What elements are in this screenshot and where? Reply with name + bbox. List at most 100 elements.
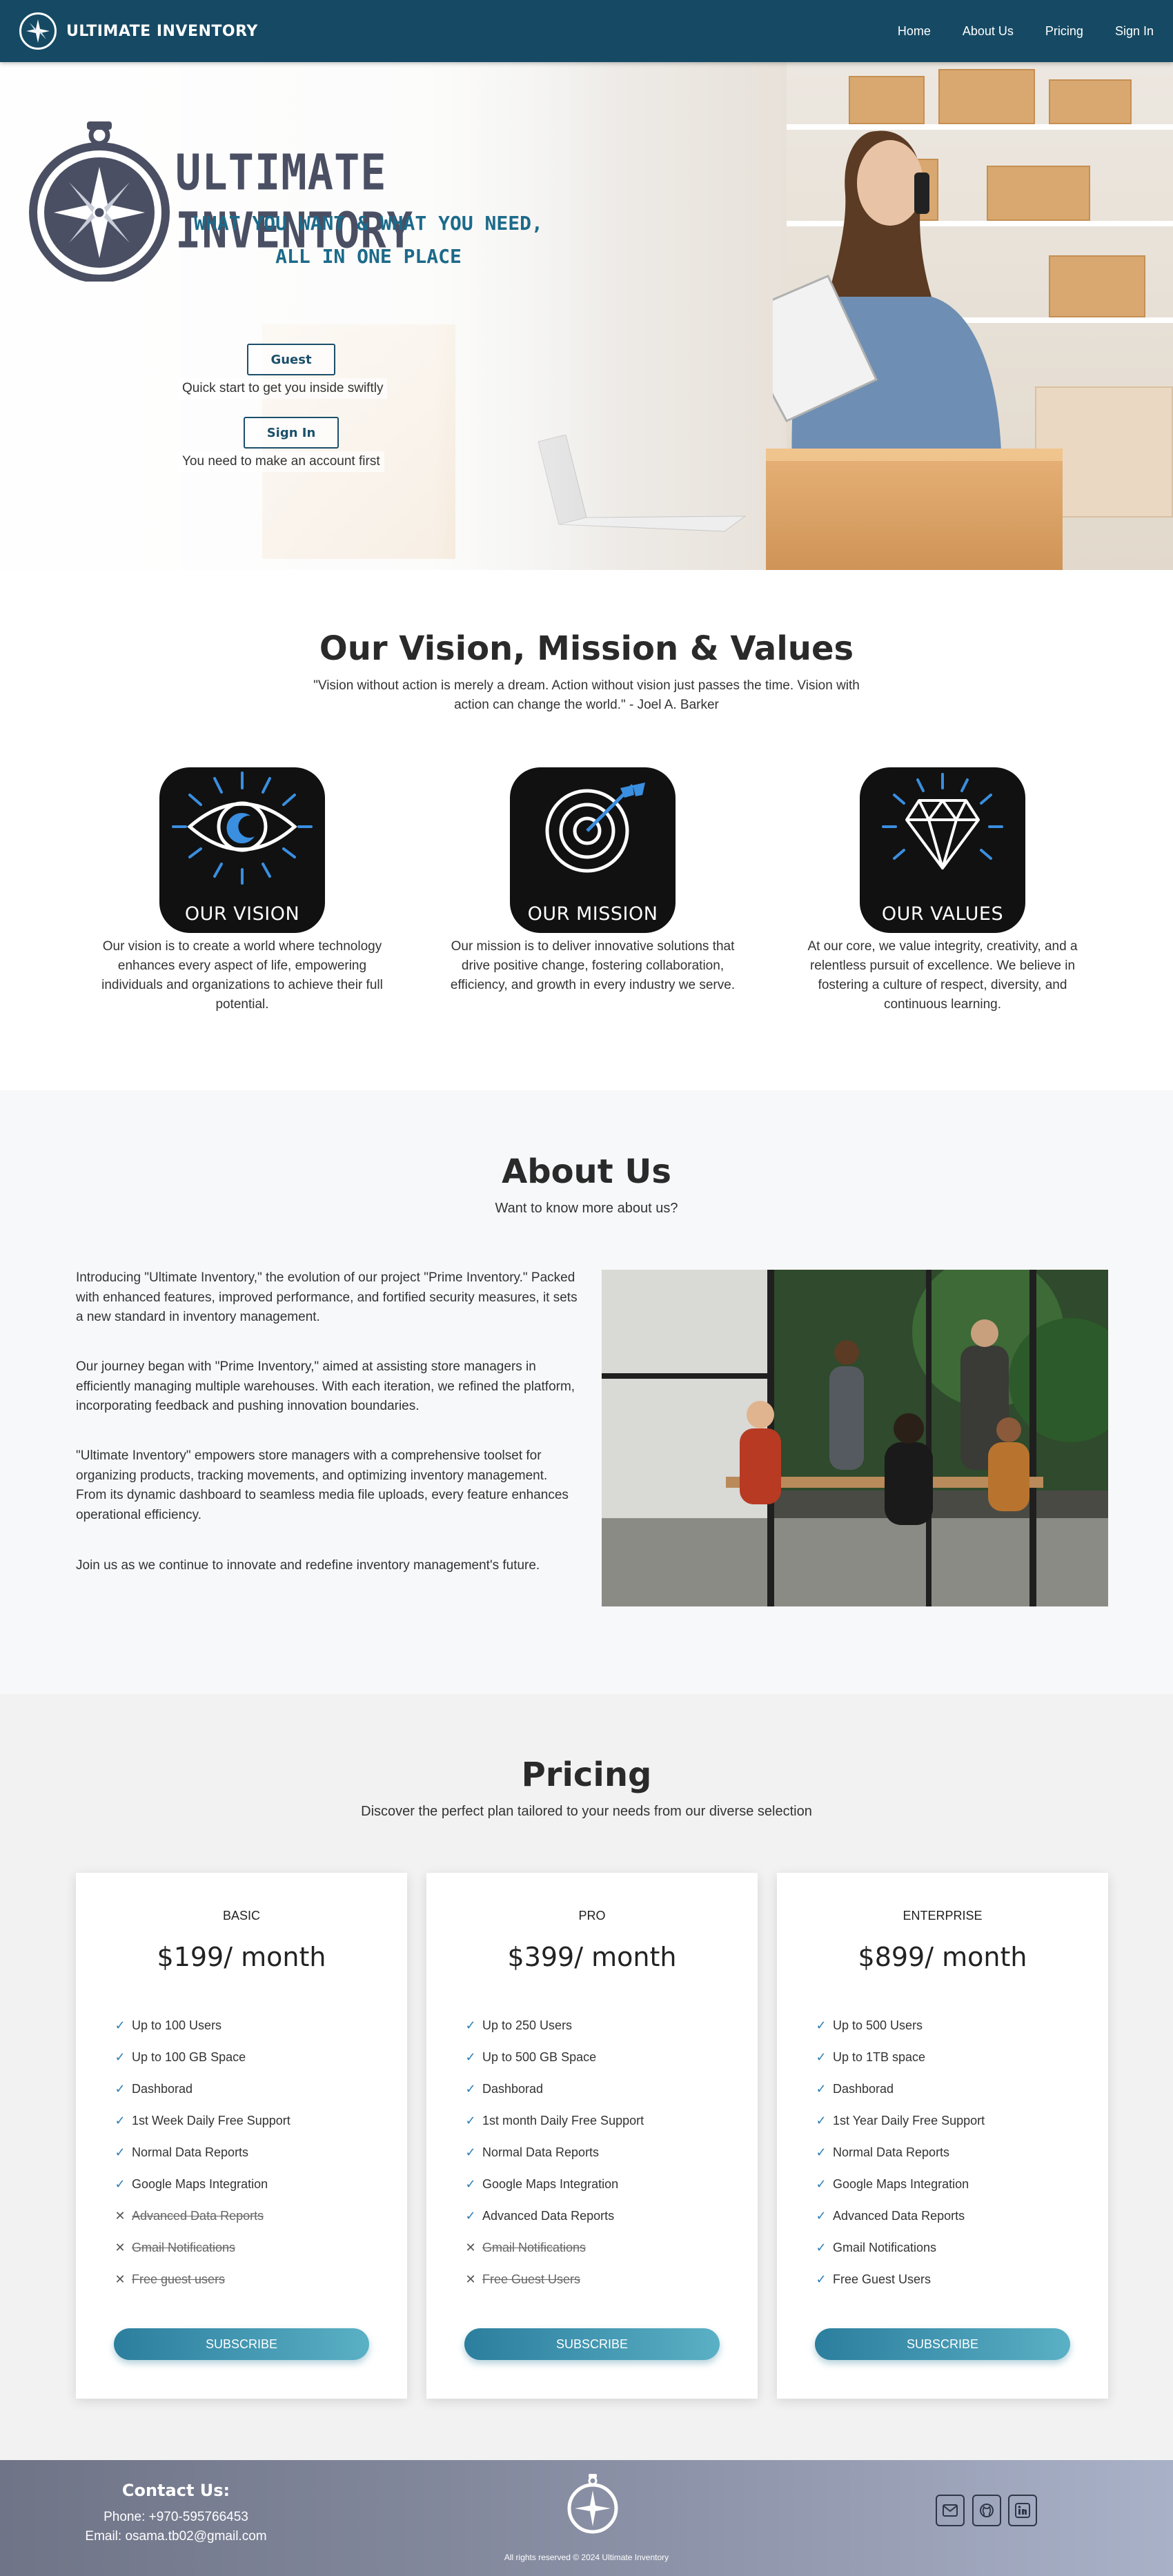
guest-note: Quick start to get you inside swiftly (178, 378, 388, 399)
about-subtitle: Want to know more about us? (495, 1201, 678, 1216)
about-paragraph: Introducing "Ultimate Inventory," the ev… (76, 1270, 578, 1324)
feature-item: ✓ Google Maps Integration (114, 2174, 268, 2194)
vision-label: OUR VISION (184, 903, 300, 925)
contact-title: Contact Us: (121, 2481, 230, 2500)
sign-in-button[interactable]: Sign In (244, 417, 339, 449)
feature-item: ✓ Up to 250 Users (464, 2015, 572, 2036)
feature-text: 1st Week Daily Free Support (132, 2113, 290, 2127)
feature-text: Dashborad (833, 2081, 894, 2096)
feature-item: ✓ Up to 100 GB Space (114, 2047, 246, 2067)
check-icon: ✓ (816, 2049, 827, 2064)
plan-price: $199/ month (157, 1942, 326, 1972)
values-text: At our core, we value integrity, creativ… (807, 939, 1078, 1012)
github-icon[interactable] (972, 2495, 1001, 2526)
feature-item: ✓ Google Maps Integration (464, 2174, 618, 2194)
feature-item: ✕ Free Guest Users (464, 2269, 580, 2290)
hero-tagline: WHAT YOU WANT & WHAT YOU NEED, ALL IN ON… (175, 207, 562, 273)
nav-home[interactable]: Home (898, 24, 931, 39)
cross-icon: ✕ (115, 2240, 126, 2254)
compass-logo-icon (19, 12, 57, 50)
cross-icon: ✕ (115, 2272, 126, 2286)
feature-text: Gmail Notifications (132, 2240, 236, 2254)
check-icon: ✓ (115, 2049, 126, 2064)
check-icon: ✓ (465, 2113, 476, 2127)
feature-text: Gmail Notifications (833, 2240, 937, 2254)
plan-price: $399/ month (507, 1942, 677, 1972)
hero-box-foreground (766, 449, 1063, 570)
subscribe-button[interactable]: SUBSCRIBE (815, 2328, 1070, 2360)
feature-item: ✓ Dashborad (815, 2078, 894, 2099)
feature-text: Up to 500 Users (833, 2018, 923, 2032)
vision-title: Our Vision, Mission & Values (319, 629, 854, 668)
feature-text: Up to 100 GB Space (132, 2049, 246, 2064)
check-icon: ✓ (465, 2081, 476, 2096)
brand-name: ULTIMATE INVENTORY (66, 22, 258, 40)
feature-text: Advanced Data Reports (132, 2208, 264, 2223)
feature-text: Advanced Data Reports (482, 2208, 615, 2223)
vision-text: Our vision is to create a world where te… (101, 939, 383, 1012)
feature-item: ✓ Gmail Notifications (815, 2237, 936, 2258)
hero-tagline-line2: ALL IN ONE PLACE (275, 245, 462, 268)
nav-sign-in[interactable]: Sign In (1115, 24, 1154, 39)
hero-section: ULTIMATE INVENTORY WHAT YOU WANT & WHAT … (0, 62, 1173, 570)
feature-item: ✓ Up to 500 GB Space (464, 2047, 596, 2067)
check-icon: ✓ (816, 2113, 827, 2127)
cross-icon: ✕ (465, 2240, 476, 2254)
check-icon: ✓ (465, 2018, 476, 2032)
feature-text: Google Maps Integration (132, 2176, 268, 2191)
cross-icon: ✕ (115, 2208, 126, 2223)
feature-text: Normal Data Reports (833, 2145, 950, 2159)
feature-item: ✓ Advanced Data Reports (815, 2205, 965, 2226)
feature-item: ✕ Gmail Notifications (464, 2237, 586, 2258)
feature-item: ✓ 1st month Daily Free Support (464, 2110, 644, 2131)
feature-item: ✓ Dashborad (464, 2078, 543, 2099)
mail-icon[interactable] (936, 2495, 965, 2526)
check-icon: ✓ (465, 2145, 476, 2159)
subscribe-button[interactable]: SUBSCRIBE (114, 2328, 369, 2360)
feature-item: ✓ Up to 100 Users (114, 2015, 221, 2036)
copyright: All rights reserved © 2024 Ultimate Inve… (504, 2553, 669, 2562)
linkedin-icon[interactable] (1008, 2495, 1037, 2526)
brand[interactable]: ULTIMATE INVENTORY (19, 12, 258, 50)
sign-in-note: You need to make an account first (178, 451, 384, 472)
feature-text: Up to 500 GB Space (482, 2049, 597, 2064)
nav-pricing[interactable]: Pricing (1045, 24, 1083, 39)
compass-logo-icon (567, 2474, 618, 2534)
plan-card-basic: BASIC $199/ month ✓ Up to 100 Users ✓ Up to… (76, 1873, 407, 2399)
values-card: OUR VALUES (860, 767, 1025, 933)
feature-text: Up to 250 Users (482, 2018, 573, 2032)
check-icon: ✓ (115, 2145, 126, 2159)
feature-text: 1st Year Daily Free Support (833, 2113, 985, 2127)
feature-item: ✓ Up to 500 Users (815, 2015, 923, 2036)
vision-card: OUR VISION (159, 767, 325, 933)
cross-icon: ✕ (465, 2272, 476, 2286)
plan-card-pro: PRO $399/ month ✓ Up to 250 Users ✓ Up to 5… (426, 1873, 758, 2399)
feature-text: Normal Data Reports (482, 2145, 600, 2159)
woman-on-phone-image (773, 130, 1002, 504)
check-icon: ✓ (115, 2018, 126, 2032)
hero-tagline-line1: WHAT YOU WANT & WHAT YOU NEED, (194, 212, 543, 235)
feature-item: ✕ Free guest users (114, 2269, 225, 2290)
check-icon: ✓ (816, 2240, 827, 2254)
feature-item: ✓ Normal Data Reports (464, 2142, 599, 2163)
feature-item: ✕ Gmail Notifications (114, 2237, 235, 2258)
feature-text: Free Guest Users (482, 2272, 581, 2286)
plan-name: ENTERPRISE (903, 1909, 983, 1923)
check-icon: ✓ (465, 2176, 476, 2191)
nav-about-us[interactable]: About Us (963, 24, 1014, 39)
feature-item: ✓ Google Maps Integration (815, 2174, 969, 2194)
feature-item: ✓ Dashborad (114, 2078, 193, 2099)
feature-item: ✓ Normal Data Reports (114, 2142, 248, 2163)
subscribe-button[interactable]: SUBSCRIBE (464, 2328, 720, 2360)
mission-label: OUR MISSION (527, 903, 658, 925)
check-icon: ✓ (816, 2081, 827, 2096)
about-title: About Us (502, 1152, 671, 1191)
mission-text: Our mission is to deliver innovative sol… (450, 939, 736, 992)
guest-button[interactable]: Guest (247, 344, 335, 375)
plan-card-enterprise: ENTERPRISE $899/ month ✓ Up to 500 Users ✓… (777, 1873, 1108, 2399)
check-icon: ✓ (816, 2176, 827, 2191)
pricing-title: Pricing (521, 1756, 652, 1794)
feature-text: Normal Data Reports (132, 2145, 249, 2159)
compass-icon (29, 121, 170, 282)
check-icon: ✓ (816, 2018, 827, 2032)
